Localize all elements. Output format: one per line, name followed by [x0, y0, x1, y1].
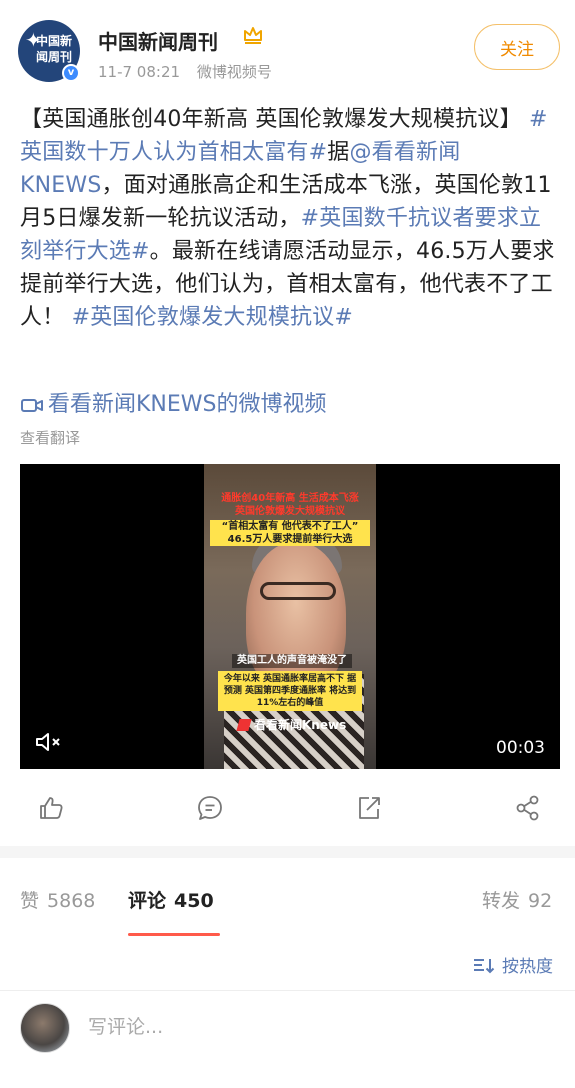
post-text-segment: 据 [327, 140, 350, 165]
share-icon[interactable] [514, 794, 542, 822]
post-text-segment: 【英国通胀创40年新高 英国伦敦爆发大规模抗议】 [20, 107, 529, 132]
video-banner-line: 英国伦敦爆发大规模抗议 [235, 506, 345, 517]
video-banner-line: 通胀创40年新高 生活成本飞涨 [221, 493, 359, 504]
tab-likes[interactable]: 赞 5868 [20, 886, 95, 913]
hashtag-link[interactable]: #英国伦敦爆发大规模抗议# [72, 305, 353, 330]
sort-by-hot-button[interactable]: 按热度 [472, 952, 553, 977]
video-banner-line: 46.5万人要求提前举行大选 [210, 533, 370, 546]
follow-button[interactable]: 关注 [474, 24, 560, 70]
divider [0, 990, 575, 991]
action-bar [0, 786, 575, 832]
tab-reposts-count: 92 [528, 890, 553, 912]
tab-comments-label: 评论 [128, 890, 167, 912]
video-banner-line: “首相太富有 他代表不了工人” [210, 520, 370, 533]
post-timestamp: 11-7 08:21 [98, 63, 181, 81]
post-source[interactable]: 微博视频号 [197, 63, 272, 81]
crown-icon[interactable] [242, 24, 264, 46]
tab-likes-count: 5868 [47, 890, 96, 912]
video-logo-text: 看看新闻Knews [254, 718, 347, 732]
tab-comments-count: 450 [174, 890, 214, 912]
video-camera-icon [21, 399, 43, 412]
translate-link[interactable]: 查看翻译 [20, 427, 80, 448]
sort-label: 按热度 [502, 957, 553, 977]
video-person-face [246, 542, 346, 692]
video-subtitle: 英国工人的声音被淹没了 [232, 654, 352, 668]
mute-icon[interactable] [34, 730, 64, 754]
knews-logo-icon [236, 718, 252, 731]
like-icon[interactable] [37, 794, 65, 822]
post-meta: 11-7 08:21 微博视频号 [98, 61, 272, 82]
video-frame: 通胀创40年新高 生活成本飞涨 英国伦敦爆发大规模抗议 “首相太富有 他代表不了… [204, 464, 376, 769]
video-player[interactable]: 通胀创40年新高 生活成本飞涨 英国伦敦爆发大规模抗议 “首相太富有 他代表不了… [20, 464, 560, 769]
comment-input[interactable] [88, 1016, 528, 1038]
section-divider [0, 846, 575, 858]
tab-reposts[interactable]: 转发 92 [482, 886, 552, 913]
video-caption: 今年以来 英国通胀率居高不下 据预测 英国第四季度通胀率 将达到11%左右的峰值 [218, 671, 362, 711]
user-avatar[interactable] [20, 1003, 70, 1053]
video-duration: 00:03 [496, 738, 545, 758]
tab-reposts-label: 转发 [482, 890, 521, 912]
video-source-link[interactable]: 看看新闻KNEWS的微博视频 [20, 390, 327, 420]
active-tab-indicator [128, 933, 220, 936]
post-text: 【英国通胀创40年新高 英国伦敦爆发大规模抗议】 #英国数十万人认为首相太富有#… [20, 103, 560, 334]
sort-icon [474, 958, 495, 973]
video-headline-banner: 通胀创40年新高 生活成本飞涨 英国伦敦爆发大规模抗议 “首相太富有 他代表不了… [210, 492, 370, 546]
author-name[interactable]: 中国新闻周刊 [98, 26, 218, 55]
post-header: ✦ 中国新闻周刊 v 中国新闻周刊 11-7 08:21 微博视频号 关注 [0, 0, 575, 95]
comment-icon[interactable] [196, 794, 224, 822]
video-link-label: 看看新闻KNEWS的微博视频 [48, 392, 327, 417]
tab-comments[interactable]: 评论 450 [128, 886, 214, 913]
video-watermark-logo: 看看新闻Knews [236, 716, 347, 733]
video-person-glasses [260, 582, 336, 600]
tab-likes-label: 赞 [20, 890, 40, 912]
repost-icon[interactable] [355, 794, 383, 822]
avatar-logo-text: 中国新闻周刊 [36, 34, 73, 64]
verified-icon: v [62, 64, 80, 82]
engagement-tabs: 赞 5868 评论 450 转发 92 [0, 876, 575, 936]
